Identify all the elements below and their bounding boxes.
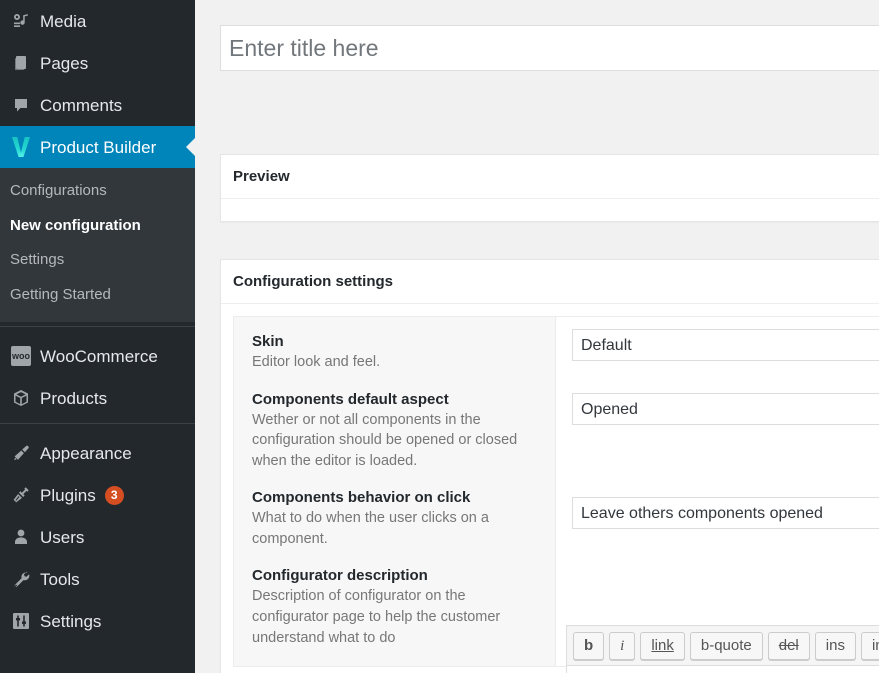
preview-panel-body xyxy=(221,199,879,221)
products-box-icon xyxy=(8,385,34,411)
menu-separator xyxy=(0,423,195,432)
sidebar-item-label: Comments xyxy=(40,95,123,115)
product-builder-logo-icon xyxy=(8,134,34,160)
sidebar-item-comments[interactable]: Comments xyxy=(0,84,195,126)
setting-description: Editor look and feel. xyxy=(252,354,381,370)
configurator-description-editor: b i link b-quote del ins img xyxy=(566,625,879,673)
sidebar-item-label: WooCommerce xyxy=(40,346,158,366)
users-person-icon xyxy=(8,524,34,550)
sidebar-item-label: Pages xyxy=(40,53,89,73)
sidebar-item-users[interactable]: Users xyxy=(0,516,195,558)
configuration-settings-title: Configuration settings xyxy=(221,260,879,304)
appearance-brush-icon xyxy=(8,440,34,466)
woocommerce-badge: woo xyxy=(11,346,31,366)
sidebar-item-label: Product Builder xyxy=(40,137,157,157)
setting-description: What to do when the user clicks on a com… xyxy=(252,510,489,547)
setting-title: Components behavior on click xyxy=(252,489,471,507)
skin-select[interactable]: Default xyxy=(572,329,879,361)
qt-button-del[interactable]: del xyxy=(767,631,810,660)
qt-button-bold[interactable]: b xyxy=(573,631,605,660)
setting-title: Configurator description xyxy=(252,567,428,585)
admin-main-content: Preview Configuration settings Skin Edit… xyxy=(195,0,879,673)
configuration-settings-panel: Configuration settings Skin Editor look … xyxy=(220,259,879,673)
sidebar-item-new-configuration[interactable]: New configuration xyxy=(0,209,195,244)
sidebar-item-getting-started[interactable]: Getting Started xyxy=(0,278,195,313)
sidebar-item-tools[interactable]: Tools xyxy=(0,558,195,600)
components-default-aspect-select[interactable]: Opened xyxy=(572,393,879,425)
qt-button-img[interactable]: img xyxy=(860,631,879,660)
sidebar-item-label: Appearance xyxy=(40,443,132,463)
pages-icon xyxy=(8,50,34,76)
sidebar-item-plugins[interactable]: Plugins 3 xyxy=(0,474,195,516)
sidebar-item-media[interactable]: Media xyxy=(0,0,195,42)
setting-configurator-description: Configurator description Description of … xyxy=(252,567,537,648)
configuration-settings-body: Skin Editor look and feel. Components de… xyxy=(221,304,879,673)
admin-sidebar-menu: Media Pages Comments Product Builder Con… xyxy=(0,0,195,673)
setting-title: Components default aspect xyxy=(252,390,449,408)
components-behavior-on-click-select[interactable]: Leave others components opened xyxy=(572,497,879,529)
sidebar-item-settings[interactable]: Settings xyxy=(0,600,195,642)
settings-table: Skin Editor look and feel. Components de… xyxy=(233,316,879,673)
qt-button-ins[interactable]: ins xyxy=(814,631,856,660)
sidebar-item-label: Products xyxy=(40,388,108,408)
sidebar-item-settings[interactable]: Settings xyxy=(0,243,195,278)
qt-button-italic[interactable]: i xyxy=(609,631,636,660)
setting-skin: Skin Editor look and feel. xyxy=(252,333,537,373)
product-builder-submenu: Configurations New configuration Setting… xyxy=(0,168,195,322)
sidebar-item-configurations[interactable]: Configurations xyxy=(0,174,195,209)
woocommerce-icon: woo xyxy=(8,343,34,369)
settings-sliders-icon xyxy=(8,608,34,634)
sidebar-item-label: Tools xyxy=(40,569,80,589)
sidebar-item-label: Settings xyxy=(40,611,102,631)
sidebar-item-label: Media xyxy=(40,11,87,31)
setting-components-default-aspect: Components default aspect Wether or not … xyxy=(252,391,537,472)
sidebar-item-products[interactable]: Products xyxy=(0,377,195,419)
configurator-description-textarea[interactable] xyxy=(566,665,879,673)
plugins-plug-icon xyxy=(8,482,34,508)
qt-button-b-quote[interactable]: b-quote xyxy=(689,631,763,660)
qt-button-link[interactable]: link xyxy=(640,631,685,660)
sidebar-item-product-builder[interactable]: Product Builder xyxy=(0,126,195,168)
setting-description: Wether or not all components in the conf… xyxy=(252,411,518,469)
settings-fields-column: Default Opened Leave others components o… xyxy=(556,317,879,673)
wordpress-admin-screen: Media Pages Comments Product Builder Con… xyxy=(0,0,879,673)
post-title-input[interactable] xyxy=(220,25,879,71)
tools-wrench-icon xyxy=(8,566,34,592)
plugins-update-badge: 3 xyxy=(104,485,124,505)
setting-description: Description of configurator on the confi… xyxy=(252,588,501,646)
sidebar-item-label: Users xyxy=(40,527,85,547)
quicktags-toolbar: b i link b-quote del ins img xyxy=(566,625,879,665)
sidebar-item-woocommerce[interactable]: woo WooCommerce xyxy=(0,335,195,377)
sidebar-item-pages[interactable]: Pages xyxy=(0,42,195,84)
setting-title: Skin xyxy=(252,333,284,350)
sidebar-item-label: Plugins xyxy=(40,485,96,505)
comments-icon xyxy=(8,92,34,118)
settings-descriptions-column: Skin Editor look and feel. Components de… xyxy=(234,317,556,667)
preview-panel: Preview xyxy=(220,154,879,222)
sidebar-item-appearance[interactable]: Appearance xyxy=(0,432,195,474)
menu-separator xyxy=(0,326,195,335)
media-icon xyxy=(8,8,34,34)
preview-panel-title: Preview xyxy=(221,155,879,199)
setting-components-behavior-on-click: Components behavior on click What to do … xyxy=(252,489,537,549)
title-field-wrapper xyxy=(220,0,879,71)
